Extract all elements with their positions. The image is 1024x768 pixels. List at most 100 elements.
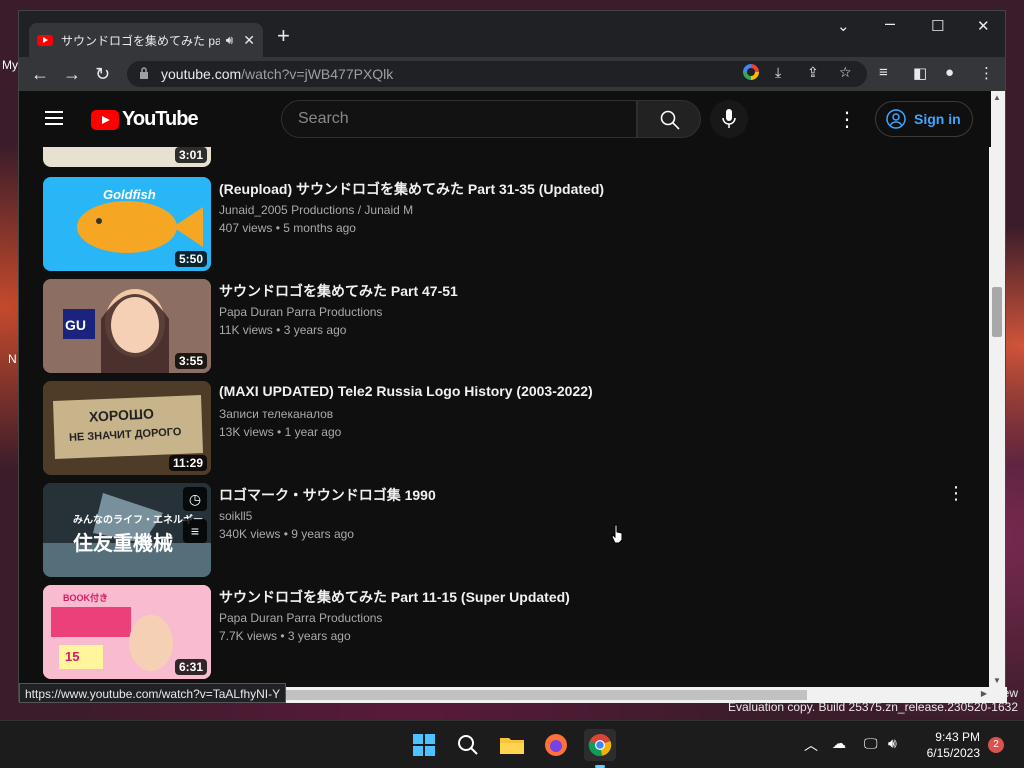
google-lens-icon[interactable] — [743, 64, 759, 83]
watch-later-icon[interactable]: ◷ — [183, 487, 207, 511]
video-thumbnail[interactable]: Goldfish 5:50 — [43, 177, 211, 271]
youtube-logo[interactable]: YouTube — [91, 108, 199, 131]
chrome-button[interactable] — [584, 729, 616, 768]
minimize-button[interactable]: – — [885, 13, 895, 34]
list-item[interactable]: BOOK付き 15 6:31 サウンドロゴを集めてみた Part 11-15 (… — [43, 585, 963, 679]
lock-icon[interactable] — [139, 67, 149, 79]
scroll-down-icon[interactable]: ▼ — [993, 676, 1001, 685]
audio-playing-icon[interactable]: 🔊︎ — [226, 33, 234, 48]
add-to-queue-icon[interactable]: ≡ — [183, 519, 207, 543]
clock-date: 6/15/2023 — [926, 746, 980, 760]
show-hidden-icons-icon[interactable]: ︿ — [804, 735, 818, 755]
install-app-icon[interactable]: ⤓ — [775, 64, 781, 81]
folder-icon — [500, 738, 524, 754]
tab-close-icon[interactable]: ✕ — [243, 32, 255, 49]
thumbnail-text: ХОРОШО — [88, 405, 155, 425]
video-title[interactable]: サウンドロゴを集めてみた Part 47-51 — [219, 281, 458, 301]
channel-name[interactable]: Junaid_2005 Productions / Junaid M — [219, 203, 413, 217]
network-icon[interactable]: 🖵︎ — [864, 735, 878, 752]
thumbnail-text: 15 — [65, 649, 80, 664]
back-button[interactable]: ← — [31, 63, 49, 85]
video-meta: 11K views • 3 years ago — [219, 323, 347, 337]
video-title[interactable]: ロゴマーク・サウンドロゴ集 1990 — [219, 485, 436, 505]
youtube-page: YouTube ⋮ Sign in 3:01 — [19, 91, 991, 687]
channel-name[interactable]: Papa Duran Parra Productions — [219, 305, 382, 319]
chrome-icon — [588, 733, 612, 757]
voice-search-button[interactable] — [710, 100, 748, 138]
url-text[interactable]: youtube.com/watch?v=jWB477PXQlk — [161, 66, 393, 82]
video-duration: 11:29 — [168, 455, 207, 471]
channel-name[interactable]: Papa Duran Parra Productions — [219, 611, 382, 625]
vertical-scrollbar[interactable]: ▲ ▼ — [989, 91, 1005, 687]
video-action-menu-icon[interactable]: ⋮ — [947, 483, 965, 504]
search-box — [281, 100, 637, 138]
youtube-play-icon — [91, 109, 119, 130]
channel-name[interactable]: Записи телеканалов — [219, 407, 333, 421]
address-bar[interactable]: youtube.com/watch?v=jWB477PXQlk ⤓ ⇪ ☆ — [127, 61, 867, 87]
desktop-icon-label[interactable]: N — [8, 352, 17, 366]
search-icon — [660, 110, 680, 130]
browser-tab[interactable]: サウンドロゴを集めてみた part34 🔊︎ ✕ — [29, 23, 263, 57]
video-title[interactable]: (Reupload) サウンドロゴを集めてみた Part 31-35 (Upda… — [219, 179, 604, 199]
list-item[interactable]: みんなのライフ・エネルギー 住友重機械 ◷ ≡ ロゴマーク・サウンドロゴ集 19… — [43, 483, 965, 577]
browser-toolbar: ← → ↻ youtube.com/watch?v=jWB477PXQlk ⤓ … — [19, 57, 1005, 91]
video-duration: 3:01 — [174, 147, 207, 163]
video-duration: 5:50 — [174, 251, 207, 267]
browser-window: サウンドロゴを集めてみた part34 🔊︎ ✕ + ⌄ – ☐ ✕ ← → ↻… — [18, 10, 1007, 703]
list-item[interactable]: ХОРОШО НЕ ЗНАЧИТ ДОРОГО 11:29 (MAXI UPDA… — [43, 381, 963, 475]
profile-icon[interactable]: ● — [945, 64, 954, 81]
video-duration: 6:31 — [174, 659, 207, 675]
video-thumbnail[interactable]: GU 3:55 — [43, 279, 211, 373]
notification-badge[interactable]: 2 — [988, 737, 1004, 753]
search-icon — [458, 735, 478, 755]
tab-title: サウンドロゴを集めてみた part34 — [61, 33, 220, 48]
video-thumbnail[interactable]: BOOK付き 15 6:31 — [43, 585, 211, 679]
windows-logo-icon — [413, 734, 435, 756]
close-window-button[interactable]: ✕ — [977, 17, 990, 35]
video-meta: 13K views • 1 year ago — [219, 425, 342, 439]
list-item[interactable]: Goldfish 5:50 (Reupload) サウンドロゴを集めてみた Pa… — [43, 177, 963, 271]
sign-in-button[interactable]: Sign in — [875, 101, 973, 137]
scroll-right-icon[interactable]: ▶ — [981, 689, 987, 698]
thumbnail-text: Goldfish — [103, 187, 156, 202]
video-thumbnail[interactable]: ХОРОШО НЕ ЗНАЧИТ ДОРОГО 11:29 — [43, 381, 211, 475]
taskbar-clock[interactable]: 9:43 PM 6/15/2023 — [927, 729, 980, 761]
video-title[interactable]: (MAXI UPDATED) Tele2 Russia Logo History… — [219, 383, 593, 399]
clock-time: 9:43 PM — [935, 730, 980, 744]
youtube-header: YouTube ⋮ Sign in — [19, 91, 991, 147]
desktop-icon-label[interactable]: My — [2, 58, 18, 72]
file-explorer-button[interactable] — [496, 729, 528, 761]
channel-name[interactable]: soikll5 — [219, 509, 252, 523]
volume-icon[interactable]: 🔊︎ — [888, 735, 897, 752]
search-taskbar-button[interactable] — [452, 729, 484, 761]
new-tab-button[interactable]: + — [277, 25, 290, 47]
scroll-up-icon[interactable]: ▲ — [993, 93, 1001, 102]
video-meta: 7.7K views • 3 years ago — [219, 629, 351, 643]
maximize-button[interactable]: ☐ — [931, 17, 944, 35]
bookmark-star-icon[interactable]: ☆ — [839, 64, 852, 81]
reload-button[interactable]: ↻ — [95, 63, 110, 85]
forward-button[interactable]: → — [63, 63, 81, 85]
cloud-off-icon[interactable]: ☁ — [832, 735, 846, 752]
share-icon[interactable]: ⇪ — [807, 64, 819, 81]
thumbnail-text: 住友重機械 — [73, 533, 173, 555]
tab-search-icon[interactable]: ⌄ — [837, 17, 850, 35]
video-duration: 3:55 — [174, 353, 207, 369]
list-item[interactable]: GU 3:55 サウンドロゴを集めてみた Part 47-51 Papa Dur… — [43, 279, 963, 373]
hamburger-menu-icon[interactable] — [45, 111, 63, 125]
settings-menu-icon[interactable]: ⋮ — [837, 107, 857, 132]
video-thumbnail[interactable]: みんなのライフ・エネルギー 住友重機械 ◷ ≡ — [43, 483, 211, 577]
media-control-icon[interactable]: ≡ — [879, 64, 888, 81]
scrollbar-thumb[interactable] — [283, 690, 807, 700]
search-input[interactable] — [298, 110, 618, 128]
browser-menu-icon[interactable]: ⋮ — [979, 64, 994, 82]
status-bar-url: https://www.youtube.com/watch?v=TaALfhyN… — [19, 683, 287, 703]
firefox-icon — [545, 734, 567, 756]
firefox-button[interactable] — [540, 729, 572, 761]
scrollbar-thumb[interactable] — [992, 287, 1002, 337]
side-panel-icon[interactable]: ◧ — [913, 64, 927, 82]
search-button[interactable] — [637, 100, 701, 138]
start-button[interactable] — [408, 729, 440, 761]
video-title[interactable]: サウンドロゴを集めてみた Part 11-15 (Super Updated) — [219, 587, 570, 607]
tab-bar: サウンドロゴを集めてみた part34 🔊︎ ✕ + ⌄ – ☐ ✕ — [19, 11, 1005, 57]
